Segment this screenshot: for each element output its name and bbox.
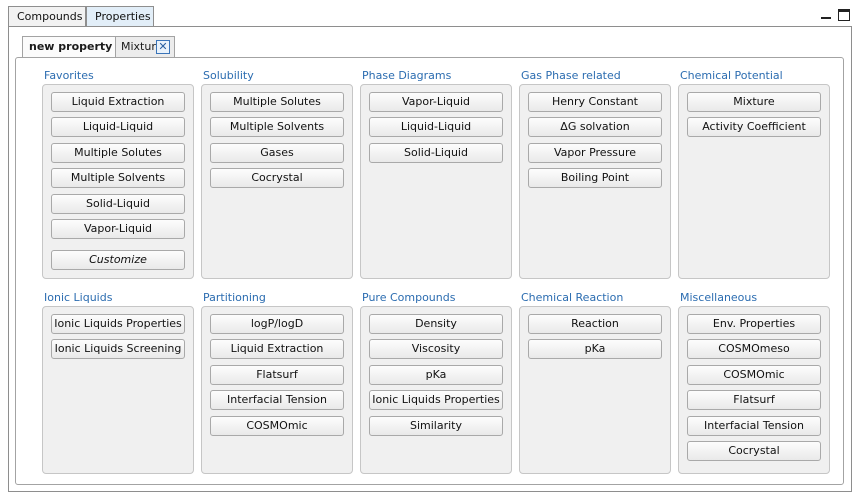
group-favorites: Favorites Liquid Extraction Liquid-Liqui… (42, 69, 194, 279)
pka-button[interactable]: pKa (528, 339, 662, 359)
vapor-liquid-button[interactable]: Vapor-Liquid (369, 92, 503, 112)
gases-button[interactable]: Gases (210, 143, 344, 163)
interfacial-tension-button[interactable]: Interfacial Tension (687, 416, 821, 436)
group-box-phase-diagrams: Vapor-Liquid Liquid-Liquid Solid-Liquid (360, 84, 512, 279)
group-title-phase-diagrams: Phase Diagrams (362, 69, 452, 82)
tab-mixture[interactable]: Mixture ✕ (115, 36, 175, 57)
group-chemical-potential: Chemical Potential Mixture Activity Coef… (678, 69, 830, 279)
multiple-solutes-button[interactable]: Multiple Solutes (210, 92, 344, 112)
interfacial-tension-button[interactable]: Interfacial Tension (210, 390, 344, 410)
group-box-solubility: Multiple Solutes Multiple Solvents Gases… (201, 84, 353, 279)
liquid-liquid-button[interactable]: Liquid-Liquid (369, 117, 503, 137)
group-title-solubility: Solubility (203, 69, 254, 82)
cosmomeso-button[interactable]: COSMOmeso (687, 339, 821, 359)
liquid-extraction-button[interactable]: Liquid Extraction (51, 92, 185, 112)
property-groups-area: Favorites Liquid Extraction Liquid-Liqui… (15, 57, 844, 485)
group-box-gas-phase-related: Henry Constant ΔG solvation Vapor Pressu… (519, 84, 671, 279)
top-tab-bar: Compounds Properties (0, 0, 860, 28)
group-partitioning: Partitioning logP/logD Liquid Extraction… (201, 291, 353, 474)
group-title-chemical-reaction: Chemical Reaction (521, 291, 624, 304)
group-box-chemical-potential: Mixture Activity Coefficient (678, 84, 830, 279)
cosmomic-button[interactable]: COSMOmic (210, 416, 344, 436)
flatsurf-button[interactable]: Flatsurf (687, 390, 821, 410)
properties-panel: new property Mixture ✕ Favorites Liquid … (8, 27, 852, 492)
solid-liquid-button[interactable]: Solid-Liquid (51, 194, 185, 214)
activity-coefficient-button[interactable]: Activity Coefficient (687, 117, 821, 137)
viscosity-button[interactable]: Viscosity (369, 339, 503, 359)
group-title-favorites: Favorites (44, 69, 94, 82)
group-solubility: Solubility Multiple Solutes Multiple Sol… (201, 69, 353, 279)
group-title-miscellaneous: Miscellaneous (680, 291, 758, 304)
group-box-pure-compounds: Density Viscosity pKa Ionic Liquids Prop… (360, 306, 512, 474)
group-gas-phase-related: Gas Phase related Henry Constant ΔG solv… (519, 69, 671, 279)
similarity-button[interactable]: Similarity (369, 416, 503, 436)
henry-constant-button[interactable]: Henry Constant (528, 92, 662, 112)
ionic-liquids-properties-button[interactable]: Ionic Liquids Properties (369, 390, 503, 410)
boiling-point-button[interactable]: Boiling Point (528, 168, 662, 188)
group-box-ionic-liquids: Ionic Liquids Properties Ionic Liquids S… (42, 306, 194, 474)
group-box-chemical-reaction: Reaction pKa (519, 306, 671, 474)
maximize-icon[interactable] (838, 9, 850, 21)
close-tab-icon[interactable]: ✕ (156, 40, 170, 54)
ionic-liquids-properties-button[interactable]: Ionic Liquids Properties (51, 314, 185, 334)
reaction-button[interactable]: Reaction (528, 314, 662, 334)
density-button[interactable]: Density (369, 314, 503, 334)
multiple-solvents-button[interactable]: Multiple Solvents (210, 117, 344, 137)
group-title-chemical-potential: Chemical Potential (680, 69, 783, 82)
group-title-ionic-liquids: Ionic Liquids (44, 291, 113, 304)
solid-liquid-button[interactable]: Solid-Liquid (369, 143, 503, 163)
ionic-liquids-screening-button[interactable]: Ionic Liquids Screening (51, 339, 185, 359)
cocrystal-button[interactable]: Cocrystal (687, 441, 821, 461)
multiple-solutes-button[interactable]: Multiple Solutes (51, 143, 185, 163)
group-box-partitioning: logP/logD Liquid Extraction Flatsurf Int… (201, 306, 353, 474)
group-phase-diagrams: Phase Diagrams Vapor-Liquid Liquid-Liqui… (360, 69, 512, 279)
group-ionic-liquids: Ionic Liquids Ionic Liquids Properties I… (42, 291, 194, 474)
tab-properties[interactable]: Properties (86, 6, 154, 26)
customize-button[interactable]: Customize (51, 250, 185, 270)
env-properties-button[interactable]: Env. Properties (687, 314, 821, 334)
cosmomic-button[interactable]: COSMOmic (687, 365, 821, 385)
multiple-solvents-button[interactable]: Multiple Solvents (51, 168, 185, 188)
mixture-button[interactable]: Mixture (687, 92, 821, 112)
pka-button[interactable]: pKa (369, 365, 503, 385)
delta-g-solvation-button[interactable]: ΔG solvation (528, 117, 662, 137)
vapor-liquid-button[interactable]: Vapor-Liquid (51, 219, 185, 239)
tab-compounds[interactable]: Compounds (8, 6, 86, 26)
liquid-liquid-button[interactable]: Liquid-Liquid (51, 117, 185, 137)
liquid-extraction-button[interactable]: Liquid Extraction (210, 339, 344, 359)
flatsurf-button[interactable]: Flatsurf (210, 365, 344, 385)
group-title-gas-phase-related: Gas Phase related (521, 69, 621, 82)
minimize-icon[interactable] (820, 9, 832, 21)
group-box-miscellaneous: Env. Properties COSMOmeso COSMOmic Flats… (678, 306, 830, 474)
group-pure-compounds: Pure Compounds Density Viscosity pKa Ion… (360, 291, 512, 474)
group-title-pure-compounds: Pure Compounds (362, 291, 456, 304)
group-chemical-reaction: Chemical Reaction Reaction pKa (519, 291, 671, 474)
group-miscellaneous: Miscellaneous Env. Properties COSMOmeso … (678, 291, 830, 474)
tab-new-property[interactable]: new property (22, 36, 116, 57)
vapor-pressure-button[interactable]: Vapor Pressure (528, 143, 662, 163)
cocrystal-button[interactable]: Cocrystal (210, 168, 344, 188)
logp-logd-button[interactable]: logP/logD (210, 314, 344, 334)
group-title-partitioning: Partitioning (203, 291, 266, 304)
group-box-favorites: Liquid Extraction Liquid-Liquid Multiple… (42, 84, 194, 279)
